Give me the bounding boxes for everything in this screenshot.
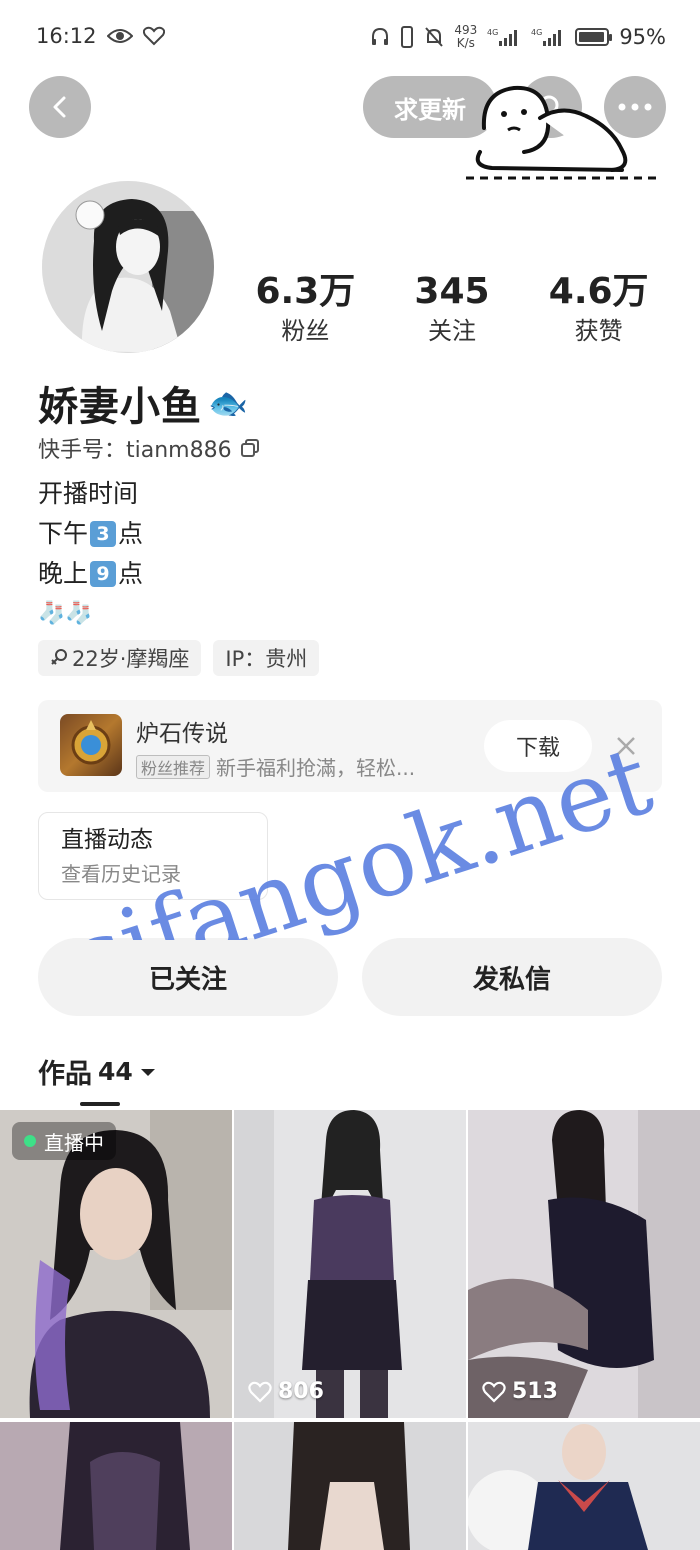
keycap-3: 3 bbox=[90, 521, 117, 547]
bio-line: 下午 3 点 bbox=[38, 519, 144, 548]
stat-label: 获赞 bbox=[574, 317, 623, 345]
signal-icon: 4G bbox=[487, 27, 521, 47]
headphones-icon bbox=[370, 27, 390, 47]
stat-value: 4.6万 bbox=[548, 271, 649, 312]
message-button[interactable]: 发私信 bbox=[362, 938, 662, 1016]
ad-subtitle: 新手福利抢滿，轻松... bbox=[216, 756, 416, 780]
tab-underline bbox=[80, 1102, 120, 1106]
stat-following[interactable]: 345 关注 bbox=[379, 270, 526, 346]
work-tile-2[interactable]: 806 bbox=[234, 1110, 466, 1418]
work-tile-3[interactable]: 513 bbox=[468, 1110, 700, 1418]
battery-percent: 95% bbox=[619, 25, 666, 49]
tag-age-zodiac: 22岁·摩羯座 bbox=[38, 640, 202, 676]
live-history-subtitle: 查看历史记录 bbox=[61, 862, 181, 886]
live-badge: 直播中 bbox=[12, 1122, 116, 1160]
heart-icon bbox=[482, 1381, 506, 1403]
keycap-9: 9 bbox=[90, 561, 117, 587]
video-thumbnail bbox=[0, 1422, 232, 1550]
work-tile-4[interactable] bbox=[0, 1422, 232, 1550]
user-id: 快手号：tianm886 bbox=[38, 438, 232, 463]
vibrate-icon bbox=[400, 26, 414, 48]
ad-title: 炉石传说 bbox=[136, 721, 228, 747]
fish-emoji: 🐟 bbox=[208, 384, 248, 422]
video-thumbnail bbox=[468, 1422, 700, 1550]
copy-icon[interactable] bbox=[240, 438, 260, 458]
socks-emoji: 🧦🧦 bbox=[38, 601, 93, 626]
video-thumbnail bbox=[234, 1422, 466, 1550]
back-button[interactable] bbox=[29, 76, 91, 138]
svg-text:4G: 4G bbox=[487, 28, 498, 37]
work-tile-1[interactable]: 直播中 bbox=[0, 1110, 232, 1418]
stat-value: 6.3万 bbox=[255, 271, 356, 312]
net-speed: 493 K/s bbox=[454, 23, 478, 50]
bio: 开播时间 下午 3 点 晚上 9 点 🧦🧦 bbox=[38, 474, 143, 634]
mute-bell-icon bbox=[424, 26, 444, 48]
stat-followers[interactable]: 6.3万 粉丝 bbox=[232, 270, 379, 346]
work-tile-6[interactable] bbox=[468, 1422, 700, 1550]
live-history-title: 直播动态 bbox=[61, 827, 153, 853]
likes-count: 806 bbox=[248, 1379, 324, 1404]
status-time: 16:12 bbox=[36, 24, 97, 48]
name-row: 娇妻小鱼 🐟 bbox=[38, 374, 248, 432]
works-label: 作品 bbox=[38, 1059, 92, 1090]
live-dot-icon bbox=[24, 1135, 36, 1147]
stat-value: 345 bbox=[414, 271, 490, 312]
hearthstone-icon bbox=[60, 714, 122, 776]
tab-works[interactable]: 作品 44 bbox=[38, 1052, 157, 1091]
user-name: 娇妻小鱼 bbox=[38, 384, 202, 430]
caret-down-icon bbox=[140, 1068, 155, 1076]
signal-icon-2: 4G bbox=[531, 27, 565, 47]
close-icon[interactable] bbox=[612, 732, 640, 760]
heart-icon bbox=[248, 1381, 272, 1403]
bio-line: 开播时间 bbox=[38, 479, 139, 508]
bio-line: 晚上 9 点 bbox=[38, 559, 144, 588]
likes-count: 513 bbox=[482, 1379, 558, 1404]
svg-text:4G: 4G bbox=[531, 28, 542, 37]
eye-icon bbox=[106, 27, 133, 45]
ad-subtitle-row: 粉丝推荐 新手福利抢滿，轻松... bbox=[136, 752, 415, 781]
followed-button[interactable]: 已关注 bbox=[38, 938, 338, 1016]
user-id-row: 快手号：tianm886 bbox=[38, 432, 260, 464]
battery-icon bbox=[575, 28, 613, 46]
avatar[interactable] bbox=[42, 181, 214, 353]
tag-ip: IP：贵州 bbox=[213, 640, 320, 676]
chevron-left-icon bbox=[53, 96, 66, 118]
ad-badge: 粉丝推荐 bbox=[136, 754, 211, 779]
female-icon bbox=[51, 649, 67, 665]
stat-label: 粉丝 bbox=[281, 317, 330, 345]
video-thumbnail bbox=[468, 1110, 700, 1418]
video-thumbnail bbox=[234, 1110, 466, 1418]
profile-page: 16:12 493 K/s 4G 4G 95% 求更新 6.3万 粉丝 345 … bbox=[0, 0, 700, 1550]
heart-link-icon bbox=[142, 26, 165, 46]
stat-label: 关注 bbox=[428, 317, 476, 345]
works-count: 44 bbox=[98, 1057, 133, 1086]
profile-tags: 22岁·摩羯座 IP：贵州 bbox=[38, 640, 320, 676]
ad-download-button[interactable]: 下载 bbox=[484, 720, 592, 772]
doodle-sticker bbox=[466, 85, 658, 180]
stat-likes[interactable]: 4.6万 获赞 bbox=[525, 270, 672, 346]
status-bar: 16:12 493 K/s 4G 4G 95% bbox=[0, 0, 700, 78]
ad-card[interactable]: 炉石传说 粉丝推荐 新手福利抢滿，轻松... 下载 bbox=[38, 700, 662, 792]
profile-stats: 6.3万 粉丝 345 关注 4.6万 获赞 bbox=[232, 270, 672, 346]
work-tile-5[interactable] bbox=[234, 1422, 466, 1550]
live-history-card[interactable]: 直播动态 查看历史记录 bbox=[38, 812, 268, 900]
